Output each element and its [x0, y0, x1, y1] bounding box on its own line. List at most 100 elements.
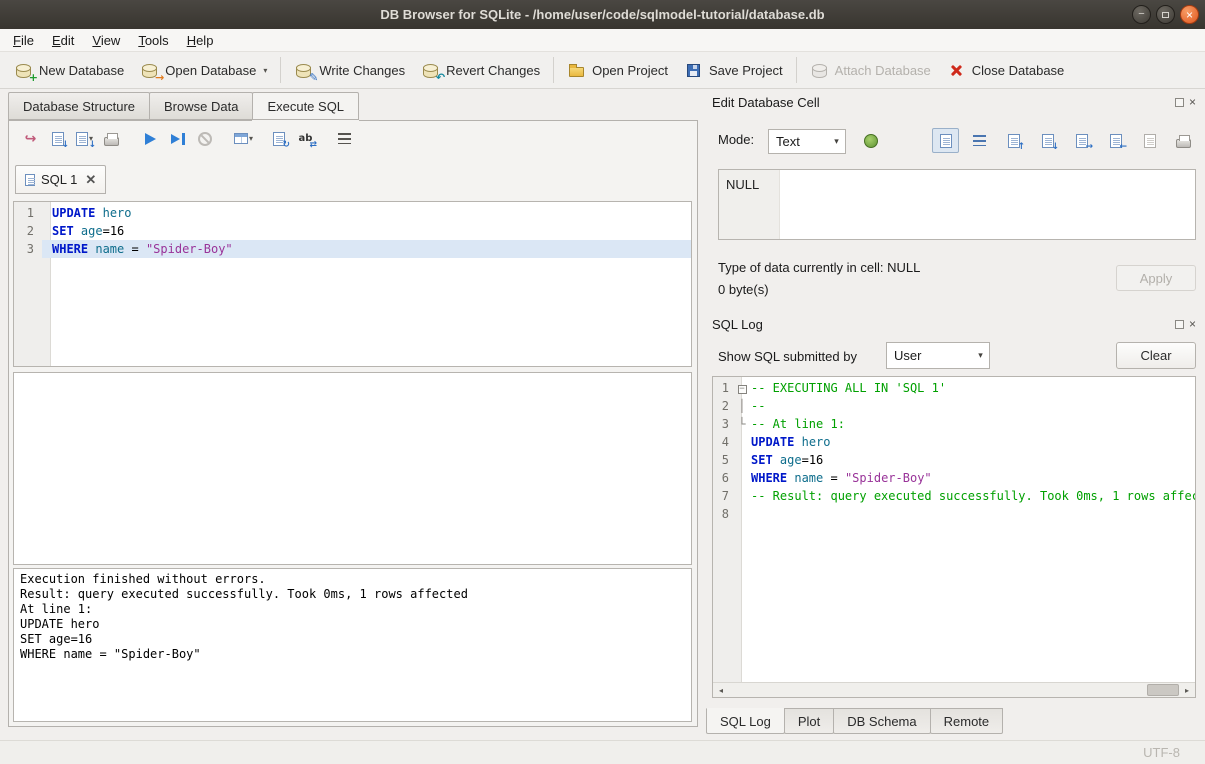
menu-item-tools[interactable]: Tools	[129, 30, 177, 51]
new-database-icon: +	[14, 61, 33, 79]
line-number: 2	[713, 397, 735, 415]
mode-select[interactable]: Text ▾	[768, 129, 846, 154]
line-number: 3	[14, 240, 42, 258]
fold-collapse-icon[interactable]: −	[735, 379, 749, 397]
open-database-button[interactable]: → Open Database ▾	[132, 57, 275, 83]
save-results-button[interactable]: ↻	[265, 126, 292, 151]
close-database-button[interactable]: Close Database	[939, 57, 1073, 83]
sql-log-pane[interactable]: 1−-- EXECUTING ALL IN 'SQL 1'2│--3└-- At…	[712, 376, 1196, 698]
code-line: 1UPDATE hero	[14, 204, 691, 222]
edit-cell-title: Edit Database Cell	[706, 95, 820, 110]
line-number: 5	[713, 451, 735, 469]
save-sql-as-button[interactable]: ↓▾	[71, 126, 98, 151]
tab-execute-sql[interactable]: Execute SQL	[252, 92, 359, 120]
clear-log-button[interactable]: Clear	[1116, 342, 1196, 369]
close-dock-icon[interactable]: ×	[1189, 320, 1196, 329]
log-filter-value: User	[894, 348, 972, 363]
scrollbar-track[interactable]	[729, 683, 1179, 697]
fold-guide	[735, 451, 749, 469]
window-controls: − ×	[1132, 5, 1199, 24]
tab-browse-data[interactable]: Browse Data	[149, 92, 253, 120]
dock-tab-sql-log[interactable]: SQL Log	[706, 708, 785, 734]
sql-document-tab[interactable]: SQL 1 ✕	[15, 165, 106, 194]
save-project-button[interactable]: Save Project	[676, 57, 791, 83]
format-sql-icon	[338, 133, 351, 144]
code-line: 4UPDATE hero	[713, 433, 1195, 451]
export-cell-button[interactable]: ←	[1102, 128, 1129, 153]
menu-item-file[interactable]: File	[4, 30, 43, 51]
attach-database-button: Attach Database	[802, 57, 939, 83]
line-number: 3	[713, 415, 735, 433]
execution-output-pane[interactable]: Execution finished without errors. Resul…	[13, 568, 692, 722]
dock-tab-db-schema[interactable]: DB Schema	[833, 708, 930, 734]
dock-tab-remote[interactable]: Remote	[930, 708, 1004, 734]
close-icon: ×	[1186, 9, 1193, 21]
close-button[interactable]: ×	[1180, 5, 1199, 24]
dock-tab-plot[interactable]: Plot	[784, 708, 834, 734]
scroll-right-icon[interactable]: ▸	[1179, 683, 1195, 697]
minimize-button[interactable]: −	[1132, 5, 1151, 24]
export-results-button[interactable]: ▾	[230, 126, 257, 151]
code-line: 2│--	[713, 397, 1195, 415]
write-changes-label: Write Changes	[319, 63, 405, 78]
scrollbar-thumb[interactable]	[1147, 684, 1179, 696]
sql-toolbar: ↪ ↓ ↓▾ ▾ ↻ ab⇄	[17, 126, 358, 151]
print-icon	[104, 137, 119, 146]
auto-mode-button[interactable]	[857, 128, 884, 153]
execute-all-icon	[145, 133, 156, 145]
line-number: 6	[713, 469, 735, 487]
write-changes-button[interactable]: ✎ Write Changes	[286, 57, 413, 83]
revert-changes-button[interactable]: ↶ Revert Changes	[413, 57, 548, 83]
open-database-dropdown-icon[interactable]: ▾	[263, 66, 267, 75]
text-mode-button[interactable]	[932, 128, 959, 153]
open-cell-file-button[interactable]: ↑	[1000, 128, 1027, 153]
save-project-label: Save Project	[709, 63, 783, 78]
menu-item-edit[interactable]: Edit	[43, 30, 83, 51]
maximize-icon	[1162, 12, 1169, 18]
set-null-button	[1136, 128, 1163, 153]
cell-editor[interactable]: NULL	[718, 169, 1196, 240]
log-horizontal-scrollbar[interactable]: ◂ ▸	[713, 682, 1195, 697]
main-tab-bar: Database Structure Browse Data Execute S…	[8, 92, 358, 120]
code-line: 6WHERE name = "Spider-Boy"	[713, 469, 1195, 487]
execution-output-text: Execution finished without errors. Resul…	[14, 569, 691, 665]
save-cell-file-button[interactable]: ↓	[1034, 128, 1061, 153]
text-mode-icon	[940, 134, 952, 148]
sql-tab-close-icon[interactable]: ✕	[85, 173, 96, 186]
format-sql-button[interactable]	[331, 126, 358, 151]
minimize-icon: −	[1138, 9, 1144, 20]
sql-editor[interactable]: 1UPDATE hero2SET age=163WHERE name = "Sp…	[13, 201, 692, 367]
new-database-button[interactable]: + New Database	[6, 57, 132, 83]
code-line: 1−-- EXECUTING ALL IN 'SQL 1'	[713, 379, 1195, 397]
open-project-label: Open Project	[592, 63, 668, 78]
close-database-label: Close Database	[972, 63, 1065, 78]
print-sql-button[interactable]	[98, 126, 125, 151]
menu-item-help[interactable]: Help	[178, 30, 223, 51]
execute-all-button[interactable]	[137, 126, 164, 151]
float-dock-icon[interactable]	[1175, 320, 1184, 329]
log-filter-select[interactable]: User ▾	[886, 342, 990, 369]
fold-guide	[735, 433, 749, 451]
chevron-down-icon: ▾	[828, 136, 845, 147]
open-database-label: Open Database	[165, 63, 256, 78]
maximize-button[interactable]	[1156, 5, 1175, 24]
close-dock-icon[interactable]: ×	[1189, 98, 1196, 107]
tab-database-structure[interactable]: Database Structure	[8, 92, 150, 120]
float-dock-icon[interactable]	[1175, 98, 1184, 107]
menu-item-view[interactable]: View	[83, 30, 129, 51]
fold-guide: │	[735, 397, 749, 415]
print-cell-button[interactable]	[1170, 128, 1197, 153]
scroll-left-icon[interactable]: ◂	[713, 683, 729, 697]
list-mode-button[interactable]	[966, 128, 993, 153]
sql-log-dock-header: SQL Log ×	[706, 315, 1205, 333]
line-number: 8	[713, 505, 735, 523]
open-sql-file-button[interactable]: ↪	[17, 126, 44, 151]
save-sql-file-button[interactable]: ↓	[44, 126, 71, 151]
open-project-button[interactable]: Open Project	[559, 57, 676, 83]
code-line: 3WHERE name = "Spider-Boy"	[14, 240, 691, 258]
execute-line-button[interactable]	[164, 126, 191, 151]
results-grid[interactable]	[13, 372, 692, 565]
import-cell-button[interactable]: →	[1068, 128, 1095, 153]
find-replace-button[interactable]: ab⇄	[292, 126, 319, 151]
line-number: 1	[14, 204, 42, 222]
